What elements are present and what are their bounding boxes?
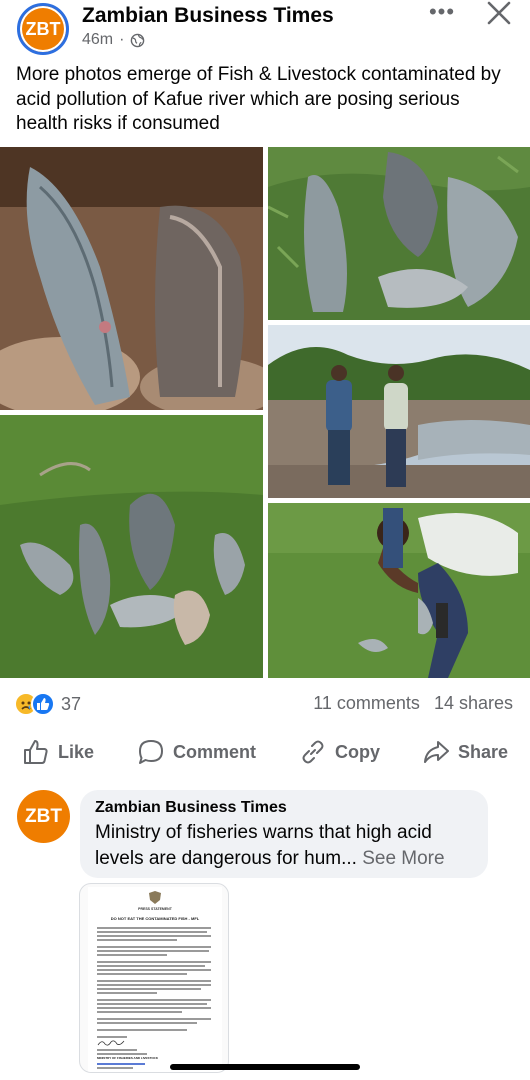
post-meta: 46m · (82, 31, 145, 49)
comment-label: Comment (173, 741, 257, 762)
reaction-summary[interactable]: 37 (14, 692, 81, 716)
meta-separator: · (119, 31, 125, 48)
share-label: Share (458, 741, 509, 762)
copy-button[interactable]: Copy (299, 738, 380, 766)
doc-heading: PRESS STATEMENT (138, 907, 172, 911)
comment-button[interactable]: Comment (137, 738, 256, 766)
coat-of-arms-icon (149, 891, 161, 904)
action-bar: Like Comment Copy Share (0, 728, 530, 776)
more-options-icon[interactable]: ••• (426, 0, 458, 24)
comment-author[interactable]: Zambian Business Times (95, 799, 473, 817)
globe-icon (131, 33, 145, 47)
page-avatar[interactable]: ZBT (17, 3, 69, 55)
copy-label: Copy (335, 741, 380, 762)
post-caption: More photos emerge of Fish & Livestock c… (16, 64, 501, 134)
photo-fish-on-soil[interactable] (0, 147, 263, 410)
comment-icon (139, 740, 163, 764)
close-icon[interactable] (484, 0, 514, 26)
photo-fish-in-grass[interactable] (268, 147, 530, 320)
thumbs-up-icon (24, 740, 48, 764)
comments-count[interactable]: 11 comments (313, 693, 420, 714)
photo-dead-fish-pile[interactable] (0, 415, 263, 678)
like-label: Like (58, 741, 95, 762)
signature-icon (97, 1040, 125, 1046)
share-icon (424, 741, 449, 763)
comment-avatar-text: ZBT (25, 805, 62, 827)
shares-count[interactable]: 14 shares (434, 693, 513, 714)
photo-men-at-riverbank[interactable] (268, 325, 530, 498)
link-icon (302, 740, 324, 764)
comment-bubble[interactable]: Zambian Business Times Ministry of fishe… (80, 790, 488, 878)
avatar-text: ZBT (25, 18, 61, 39)
like-reaction-icon (31, 692, 55, 716)
comment-text: Ministry of fisheries warns that high ac… (95, 820, 473, 872)
doc-ministry: MINISTRY OF FISHERIES AND LIVESTOCK (97, 1056, 159, 1060)
share-button[interactable]: Share (422, 738, 508, 766)
post-time[interactable]: 46m (82, 31, 113, 49)
home-indicator[interactable] (170, 1064, 360, 1070)
post-header: ZBT Zambian Business Times 46m · ••• (0, 0, 530, 60)
photo-man-holding-fish[interactable] (268, 503, 530, 678)
post-stats: 11 comments 14 shares (313, 693, 513, 714)
press-statement-thumbnail[interactable]: PRESS STATEMENT DO NOT EAT THE CONTAMINA… (79, 883, 229, 1073)
document-page: PRESS STATEMENT DO NOT EAT THE CONTAMINA… (88, 887, 222, 1072)
reaction-count: 37 (61, 693, 82, 714)
doc-title: DO NOT EAT THE CONTAMINATED FISH - MFL (110, 916, 200, 921)
see-more-link[interactable]: See More (362, 848, 444, 869)
page-name[interactable]: Zambian Business Times (82, 4, 334, 28)
like-button[interactable]: Like (22, 738, 94, 766)
comment-avatar[interactable]: ZBT (17, 790, 70, 843)
